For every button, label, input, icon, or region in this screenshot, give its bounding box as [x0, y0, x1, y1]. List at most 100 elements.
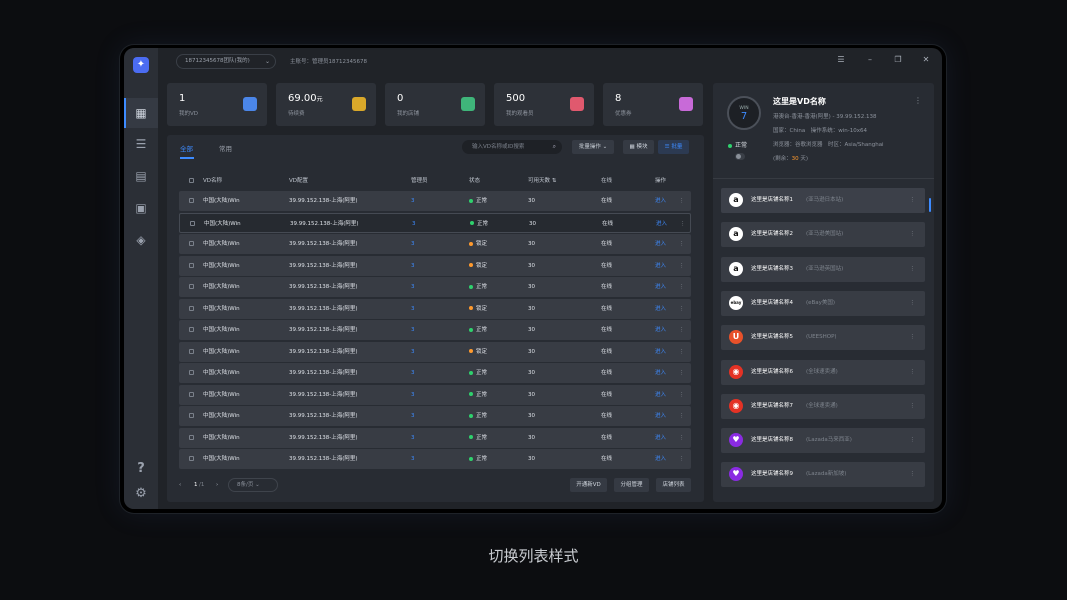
store-item[interactable]: a 这里是店铺名称3 (亚马逊英国站) ⋮	[721, 256, 925, 282]
table-row[interactable]: 中国(大陆)Win 39.99.152.138-上海(阿里) 3 正常 30 在…	[179, 406, 691, 426]
row-more-icon[interactable]: ⋮	[679, 191, 685, 211]
enter-link[interactable]: 进入	[655, 191, 666, 211]
enter-link[interactable]: 进入	[655, 299, 666, 319]
table-row[interactable]: 中国(大陆)Win 39.99.152.138-上海(阿里) 3 正常 30 在…	[179, 384, 691, 405]
store-more-icon[interactable]: ⋮	[910, 188, 916, 213]
stat-card[interactable]: 1 我的VD	[167, 83, 267, 126]
cell-admin[interactable]: 3	[411, 342, 415, 362]
enter-link[interactable]: 进入	[655, 342, 666, 362]
table-row[interactable]: 中国(大陆)Win 39.99.152.138-上海(阿里) 3 正常 30 在…	[179, 320, 691, 340]
store-list-scrollbar[interactable]	[929, 198, 931, 212]
enter-link[interactable]: 进入	[655, 385, 666, 405]
cell-admin[interactable]: 3	[411, 406, 415, 426]
row-more-icon[interactable]: ⋮	[679, 256, 685, 276]
table-row[interactable]: 中国(大陆)Win 39.99.152.138-上海(阿里) 3 正常 30 在…	[179, 363, 691, 383]
group-manage-button[interactable]: 分组管理	[614, 478, 649, 492]
enter-link[interactable]: 进入	[655, 449, 666, 469]
row-checkbox[interactable]	[189, 413, 194, 418]
store-list-button[interactable]: 店铺列表	[656, 478, 691, 492]
table-row[interactable]: 中国(大陆)Win 39.99.152.138-上海(阿里) 3 锁定 30 在…	[179, 341, 691, 362]
cell-admin[interactable]: 3	[411, 320, 415, 340]
page-size-select[interactable]: 8条/页 ⌄	[228, 478, 278, 492]
cell-admin[interactable]: 3	[411, 234, 415, 254]
store-item[interactable]: ◉ 这里是店铺名称7 (全球速卖通) ⋮	[721, 393, 925, 419]
next-page-icon[interactable]: ›	[216, 478, 218, 492]
row-checkbox[interactable]	[189, 198, 194, 203]
enter-link[interactable]: 进入	[655, 406, 666, 426]
stat-card[interactable]: 8 优惠券	[603, 83, 703, 126]
store-item[interactable]: a 这里是店铺名称2 (亚马逊美国站) ⋮	[721, 222, 925, 248]
row-more-icon[interactable]: ⋮	[679, 385, 685, 405]
table-row[interactable]: 中国(大陆)Win 39.99.152.138-上海(阿里) 3 正常 30 在…	[179, 191, 691, 211]
nav-dashboard-icon[interactable]: ▦	[124, 98, 158, 128]
enter-link[interactable]: 进入	[655, 256, 666, 276]
store-more-icon[interactable]: ⋮	[910, 222, 916, 247]
cell-admin[interactable]: 3	[411, 256, 415, 276]
row-checkbox[interactable]	[189, 262, 194, 268]
col-header-days[interactable]: 可用天数 ⇅	[528, 171, 556, 191]
store-more-icon[interactable]: ⋮	[910, 428, 916, 453]
team-select[interactable]: 18712345678团队(我的) ⌄	[176, 54, 276, 69]
card-view-button[interactable]: ▦ 模块	[623, 140, 654, 154]
row-checkbox[interactable]	[189, 241, 194, 246]
open-new-vd-button[interactable]: 开通新VD	[570, 478, 607, 492]
store-item[interactable]: ♥ 这里是店铺名称8 (Lazada马来西亚) ⋮	[721, 428, 925, 454]
row-checkbox[interactable]	[189, 456, 194, 461]
cell-admin[interactable]: 3	[411, 449, 415, 469]
store-item[interactable]: ◉ 这里是店铺名称6 (全球速卖通) ⋮	[721, 359, 925, 385]
close-icon[interactable]: ✕	[920, 55, 932, 64]
row-more-icon[interactable]: ⋮	[680, 214, 686, 234]
row-more-icon[interactable]: ⋮	[679, 299, 685, 319]
store-item[interactable]: ebay 这里是店铺名称4 (eBay美国) ⋮	[721, 290, 925, 316]
stat-card[interactable]: 69.00元 待续费	[276, 83, 376, 126]
stat-card[interactable]: 500 我的观看员	[494, 83, 594, 126]
row-more-icon[interactable]: ⋮	[679, 234, 685, 254]
menu-icon[interactable]: ☰	[835, 55, 847, 64]
more-icon[interactable]: ⋮	[914, 96, 922, 105]
table-row[interactable]: 中国(大陆)Win 39.99.152.138-上海(阿里) 3 锁定 30 在…	[179, 255, 691, 276]
search-input[interactable]: 输入VD名称或ID搜索 ⌕	[462, 140, 562, 154]
store-more-icon[interactable]: ⋮	[910, 257, 916, 282]
nav-chart-icon[interactable]: ▣	[124, 193, 158, 223]
row-checkbox[interactable]	[189, 348, 194, 354]
row-checkbox[interactable]	[189, 370, 194, 375]
table-row[interactable]: 中国(大陆)Win 39.99.152.138-上海(阿里) 3 锁定 30 在…	[179, 298, 691, 319]
tab-all[interactable]: 全部	[180, 143, 193, 153]
store-more-icon[interactable]: ⋮	[910, 360, 916, 385]
table-row[interactable]: 中国(大陆)Win 39.99.152.138-上海(阿里) 3 正常 30 在…	[179, 449, 691, 469]
row-checkbox[interactable]	[189, 327, 194, 332]
enter-link[interactable]: 进入	[655, 363, 666, 383]
list-view-button[interactable]: ☰ 批量	[658, 140, 689, 154]
store-item[interactable]: a 这里是店铺名称1 (亚马逊日本站) ⋮	[721, 188, 925, 213]
cell-admin[interactable]: 3	[411, 385, 415, 405]
row-checkbox[interactable]	[189, 391, 194, 397]
enter-link[interactable]: 进入	[655, 428, 666, 448]
store-item[interactable]: ♥ 这里是店铺名称9 (Lazada新加坡) ⋮	[721, 462, 925, 488]
minimize-icon[interactable]: –	[864, 55, 876, 64]
cell-admin[interactable]: 3	[411, 363, 415, 383]
store-item[interactable]: U 这里是店铺名称5 (UEESHOP) ⋮	[721, 325, 925, 351]
enter-link[interactable]: 进入	[655, 277, 666, 297]
cell-admin[interactable]: 3	[411, 277, 415, 297]
table-row[interactable]: 中国(大陆)Win 39.99.152.138-上海(阿里) 3 正常 30 在…	[179, 212, 691, 234]
cell-admin[interactable]: 3	[411, 428, 415, 448]
cell-admin[interactable]: 3	[411, 299, 415, 319]
row-checkbox[interactable]	[189, 284, 194, 289]
nav-users-icon[interactable]: ☰	[124, 129, 158, 159]
store-more-icon[interactable]: ⋮	[910, 291, 916, 316]
row-more-icon[interactable]: ⋮	[679, 342, 685, 362]
stat-card[interactable]: 0 我的店铺	[385, 83, 485, 126]
store-more-icon[interactable]: ⋮	[910, 462, 916, 487]
row-more-icon[interactable]: ⋮	[679, 363, 685, 383]
prev-page-icon[interactable]: ‹	[179, 478, 181, 492]
settings-gear-icon[interactable]: ⚙	[124, 478, 158, 508]
table-row[interactable]: 中国(大陆)Win 39.99.152.138-上海(阿里) 3 锁定 30 在…	[179, 234, 691, 254]
cell-admin[interactable]: 3	[411, 191, 415, 211]
enter-link[interactable]: 进入	[655, 234, 666, 254]
table-row[interactable]: 中国(大陆)Win 39.99.152.138-上海(阿里) 3 正常 30 在…	[179, 427, 691, 448]
enter-link[interactable]: 进入	[656, 214, 667, 234]
table-row[interactable]: 中国(大陆)Win 39.99.152.138-上海(阿里) 3 正常 30 在…	[179, 277, 691, 297]
row-more-icon[interactable]: ⋮	[679, 428, 685, 448]
row-more-icon[interactable]: ⋮	[679, 406, 685, 426]
nav-database-icon[interactable]: ▤	[124, 161, 158, 191]
